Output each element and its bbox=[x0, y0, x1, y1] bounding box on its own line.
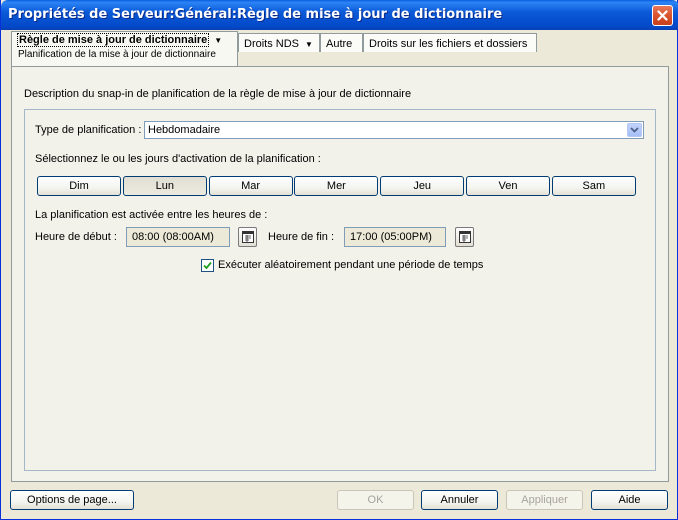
checkmark-icon bbox=[203, 261, 212, 270]
tab-label: Autre bbox=[326, 38, 353, 50]
start-time-label: Heure de début : bbox=[35, 231, 117, 243]
weekday-button-sam[interactable]: Sam bbox=[551, 176, 636, 196]
tab-panel: Description du snap-in de planification … bbox=[11, 66, 669, 482]
end-time-label: Heure de fin : bbox=[268, 231, 335, 243]
schedule-type-select[interactable]: Hebdomadaire bbox=[144, 121, 644, 139]
weekday-button-mar[interactable]: Mar bbox=[208, 176, 293, 196]
weekday-button-jeu[interactable]: Jeu bbox=[380, 176, 465, 196]
chevron-down-icon[interactable]: ▼ bbox=[214, 36, 222, 45]
page-options-button[interactable]: Options de page... bbox=[10, 490, 134, 510]
random-execution-checkbox[interactable] bbox=[201, 259, 214, 272]
weekday-button-ven[interactable]: Ven bbox=[466, 176, 550, 196]
help-button[interactable]: Aide bbox=[591, 490, 668, 510]
calendar-icon bbox=[458, 231, 471, 243]
tab-dictionary-update-rule[interactable]: Règle de mise à jour de dictionnaire ▼ P… bbox=[11, 31, 238, 67]
tab-other[interactable]: Autre bbox=[320, 33, 363, 52]
ok-button[interactable]: OK bbox=[337, 490, 414, 510]
snapin-description: Description du snap-in de planification … bbox=[24, 88, 412, 100]
schedule-group: Type de planification : Hebdomadaire Sél… bbox=[24, 109, 656, 471]
tab-sub-page[interactable]: Planification de la mise à jour de dicti… bbox=[18, 49, 216, 60]
close-icon bbox=[657, 10, 668, 21]
weekday-button-mer[interactable]: Mer bbox=[294, 176, 379, 196]
window-title: Propriétés de Serveur:Général:Règle de m… bbox=[8, 7, 503, 22]
start-time-picker-button[interactable] bbox=[238, 227, 257, 247]
weekday-button-lun[interactable]: Lun bbox=[122, 176, 207, 196]
end-time-field[interactable]: 17:00 (05:00PM) bbox=[344, 227, 446, 247]
tab-label: Droits NDS bbox=[244, 38, 300, 50]
dialog-window: Propriétés de Serveur:Général:Règle de m… bbox=[0, 0, 678, 520]
random-execution-label[interactable]: Exécuter aléatoirement pendant une pério… bbox=[218, 259, 483, 271]
chevron-down-icon[interactable]: ▼ bbox=[305, 40, 313, 49]
days-label: Sélectionnez le ou les jours d'activatio… bbox=[35, 153, 321, 165]
tab-label: Règle de mise à jour de dictionnaire bbox=[16, 33, 210, 47]
schedule-type-label: Type de planification : bbox=[35, 124, 142, 136]
tab-nds-rights[interactable]: Droits NDS ▼ bbox=[238, 33, 320, 52]
schedule-type-value: Hebdomadaire bbox=[148, 124, 221, 136]
tab-file-folder-rights[interactable]: Droits sur les fichiers et dossiers bbox=[363, 33, 537, 52]
tab-label: Droits sur les fichiers et dossiers bbox=[369, 38, 528, 50]
close-button[interactable] bbox=[652, 5, 673, 26]
weekday-button-dim[interactable]: Dim bbox=[37, 176, 121, 196]
end-time-picker-button[interactable] bbox=[455, 227, 474, 247]
cancel-button[interactable]: Annuler bbox=[421, 490, 498, 510]
title-bar[interactable]: Propriétés de Serveur:Général:Règle de m… bbox=[1, 0, 678, 30]
chevron-down-icon bbox=[630, 127, 639, 133]
dropdown-button[interactable] bbox=[627, 123, 642, 137]
hours-label: La planification est activée entre les h… bbox=[35, 209, 268, 221]
apply-button[interactable]: Appliquer bbox=[506, 490, 583, 510]
start-time-field[interactable]: 08:00 (08:00AM) bbox=[126, 227, 230, 247]
calendar-icon bbox=[241, 231, 254, 243]
